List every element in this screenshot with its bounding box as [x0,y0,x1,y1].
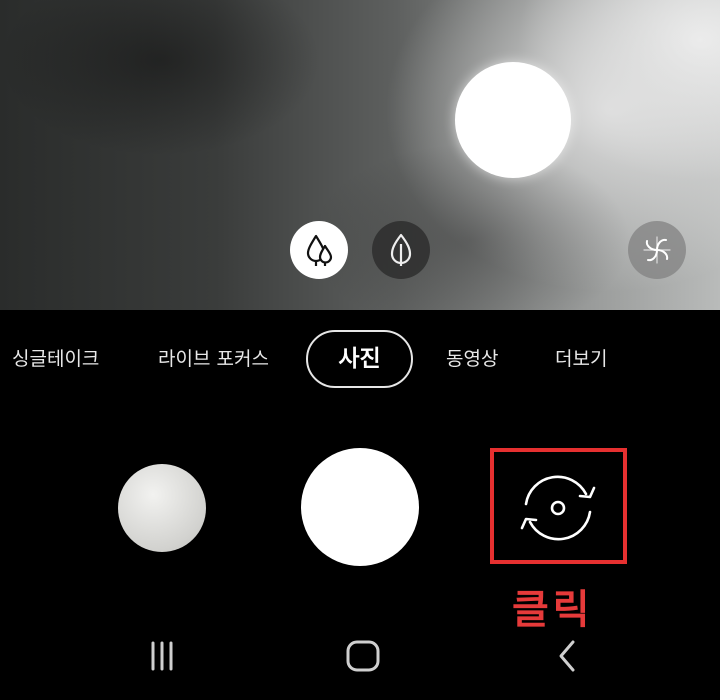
home-icon [346,640,380,672]
camera-viewfinder[interactable] [0,0,720,310]
recent-apps-button[interactable] [140,634,184,678]
effects-button[interactable] [628,221,686,279]
mode-single-take[interactable]: 싱글테이크 [12,330,99,388]
mode-more[interactable]: 더보기 [555,330,607,388]
light-source [455,62,571,178]
scene-optimizer-drops-button[interactable] [290,221,348,279]
back-button[interactable] [548,634,586,678]
recent-apps-icon [151,641,173,671]
gallery-thumbnail-button[interactable] [118,464,206,552]
back-icon [559,640,575,672]
mode-live-focus[interactable]: 라이브 포커스 [158,330,269,388]
system-navigation-bar [0,620,720,700]
effects-pinwheel-icon [643,236,671,264]
shutter-button[interactable] [301,448,419,566]
leaf-icon [390,233,412,266]
home-button[interactable] [340,634,386,678]
mode-photo[interactable]: 사진 [306,330,413,388]
scene-optimizer-leaf-button[interactable] [372,221,430,279]
viewfinder-shade [0,0,720,310]
camera-mode-selector[interactable]: 싱글테이크 라이브 포커스 사진 동영상 더보기 [0,330,720,388]
click-highlight-box [490,448,627,564]
water-drops-icon [306,234,333,266]
mode-video[interactable]: 동영상 [446,330,498,388]
